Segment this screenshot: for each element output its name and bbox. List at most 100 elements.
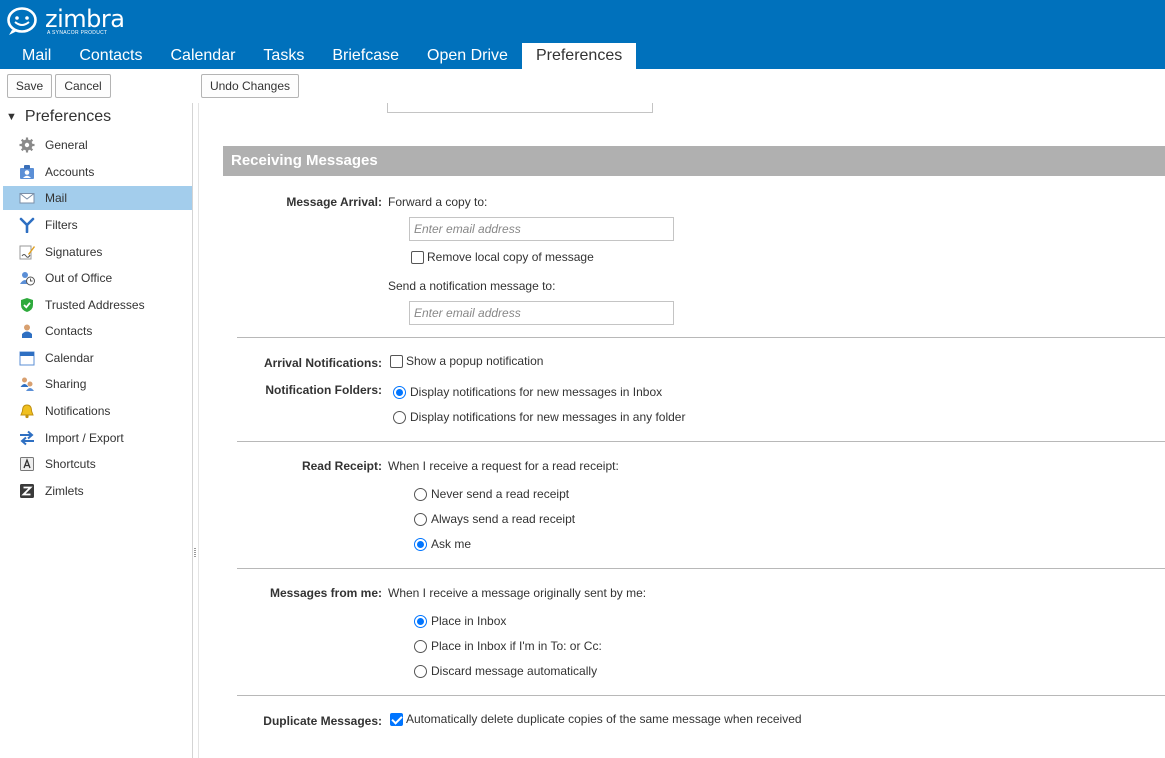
sidebar-item-zimlets[interactable]: Zimlets bbox=[3, 479, 192, 503]
auto-delete-duplicates-label: Automatically delete duplicate copies of… bbox=[406, 712, 802, 726]
checkbox-box[interactable] bbox=[411, 250, 424, 264]
radio-button[interactable] bbox=[414, 639, 427, 653]
sidebar-item-accounts[interactable]: Accounts bbox=[3, 160, 192, 184]
popup-notification-label: Show a popup notification bbox=[406, 354, 544, 368]
radio-button[interactable] bbox=[414, 664, 427, 678]
zimlets-icon bbox=[19, 483, 35, 499]
notify-any-folder-label: Display notifications for new messages i… bbox=[410, 410, 686, 424]
sidebar-item-label: Zimlets bbox=[45, 484, 84, 498]
sidebar-item-out-of-office[interactable]: Out of Office bbox=[3, 266, 192, 290]
radio-button[interactable] bbox=[414, 512, 427, 526]
cancel-button[interactable]: Cancel bbox=[55, 74, 111, 98]
messages-from-me-text: When I receive a message originally sent… bbox=[388, 586, 647, 600]
toolbar: Save Cancel Undo Changes bbox=[0, 69, 1165, 103]
ask-me-label: Ask me bbox=[431, 537, 472, 551]
forward-email-input[interactable]: Enter email address bbox=[409, 217, 674, 241]
sidebar-item-label: Filters bbox=[45, 218, 78, 232]
sidebar-item-signatures[interactable]: Signatures bbox=[3, 240, 192, 264]
notification-folders-label: Notification Folders: bbox=[265, 383, 382, 397]
sidebar-item-label: Calendar bbox=[45, 351, 94, 365]
radio-button[interactable] bbox=[414, 487, 427, 501]
preferences-tree-header[interactable]: ▼ Preferences bbox=[6, 108, 111, 126]
place-in-inbox-if-to-cc-radio[interactable]: Place in Inbox if I'm in To: or Cc: bbox=[414, 639, 602, 653]
sidebar-item-mail[interactable]: Mail bbox=[3, 186, 192, 210]
import-export-icon bbox=[19, 430, 35, 446]
sidebar-item-label: General bbox=[45, 138, 88, 152]
default-mail-search-input[interactable] bbox=[387, 103, 653, 113]
person-icon bbox=[19, 323, 35, 339]
place-in-inbox-if-to-cc-label: Place in Inbox if I'm in To: or Cc: bbox=[431, 639, 602, 653]
notification-message-text: Send a notification message to: bbox=[388, 279, 556, 293]
tab-mail[interactable]: Mail bbox=[8, 43, 65, 69]
radio-button[interactable] bbox=[393, 385, 406, 399]
discard-message-label: Discard message automatically bbox=[431, 664, 598, 678]
never-send-receipt-radio[interactable]: Never send a read receipt bbox=[414, 487, 569, 501]
tab-briefcase[interactable]: Briefcase bbox=[318, 43, 413, 69]
preferences-sidebar: ▼ Preferences General Accounts Mail Filt… bbox=[0, 103, 193, 758]
signature-icon bbox=[19, 244, 35, 260]
sidebar-item-label: Signatures bbox=[45, 245, 103, 259]
checkbox-box[interactable] bbox=[390, 354, 403, 368]
sidebar-item-filters[interactable]: Filters bbox=[3, 213, 192, 237]
sidebar-item-general[interactable]: General bbox=[3, 133, 192, 157]
sidebar-item-contacts[interactable]: Contacts bbox=[3, 319, 192, 343]
never-send-receipt-label: Never send a read receipt bbox=[431, 487, 570, 501]
bell-icon bbox=[19, 403, 35, 419]
remove-local-copy-label: Remove local copy of message bbox=[427, 250, 594, 264]
notify-any-folder-radio[interactable]: Display notifications for new messages i… bbox=[393, 410, 685, 424]
always-send-receipt-label: Always send a read receipt bbox=[431, 512, 576, 526]
remove-local-copy-checkbox[interactable]: Remove local copy of message bbox=[411, 250, 594, 264]
messages-from-me-label: Messages from me: bbox=[269, 586, 382, 600]
notify-inbox-radio[interactable]: Display notifications for new messages i… bbox=[393, 385, 662, 399]
section-divider bbox=[237, 695, 1165, 696]
message-arrival-label: Message Arrival: bbox=[286, 195, 382, 209]
tab-preferences[interactable]: Preferences bbox=[521, 43, 637, 69]
zimbra-logo[interactable]: zimbra A SYNACOR PRODUCT bbox=[6, 6, 125, 38]
popup-notification-checkbox[interactable]: Show a popup notification bbox=[390, 354, 543, 368]
radio-button[interactable] bbox=[414, 537, 427, 551]
forward-copy-text: Forward a copy to: bbox=[388, 195, 488, 209]
collapse-triangle-icon[interactable]: ▼ bbox=[6, 111, 17, 123]
duplicate-messages-label: Duplicate Messages: bbox=[263, 714, 382, 728]
tab-contacts[interactable]: Contacts bbox=[65, 43, 156, 69]
undo-changes-button[interactable]: Undo Changes bbox=[201, 74, 299, 98]
preferences-tree-title: Preferences bbox=[24, 108, 112, 125]
sidebar-item-trusted-addresses[interactable]: Trusted Addresses bbox=[3, 293, 192, 317]
sharing-icon bbox=[19, 376, 35, 392]
notification-email-input[interactable]: Enter email address bbox=[409, 301, 674, 325]
sidebar-item-notifications[interactable]: Notifications bbox=[3, 399, 192, 423]
discard-message-radio[interactable]: Discard message automatically bbox=[414, 664, 597, 678]
always-send-receipt-radio[interactable]: Always send a read receipt bbox=[414, 512, 575, 526]
sidebar-item-sharing[interactable]: Sharing bbox=[3, 372, 192, 396]
ask-me-radio[interactable]: Ask me bbox=[414, 537, 471, 551]
preferences-content[interactable]: Receiving Messages Message Arrival: Forw… bbox=[199, 103, 1165, 758]
keyboard-icon bbox=[19, 456, 35, 472]
tab-calendar[interactable]: Calendar bbox=[156, 43, 249, 69]
place-in-inbox-radio[interactable]: Place in Inbox bbox=[414, 614, 506, 628]
logo-tagline: A SYNACOR PRODUCT bbox=[47, 30, 108, 36]
sidebar-item-label: Trusted Addresses bbox=[45, 298, 145, 312]
shield-check-icon bbox=[19, 297, 35, 313]
envelope-icon bbox=[19, 190, 35, 206]
sidebar-item-label: Shortcuts bbox=[45, 457, 96, 471]
tab-open-drive[interactable]: Open Drive bbox=[413, 43, 522, 69]
app-header: zimbra A SYNACOR PRODUCT Mail Contacts C… bbox=[0, 0, 1165, 69]
sidebar-item-import-export[interactable]: Import / Export bbox=[3, 426, 192, 450]
checkbox-box[interactable] bbox=[390, 712, 403, 726]
sidebar-item-calendar[interactable]: Calendar bbox=[3, 346, 192, 370]
tab-tasks[interactable]: Tasks bbox=[249, 43, 318, 69]
section-divider bbox=[237, 337, 1165, 338]
sidebar-item-label: Sharing bbox=[45, 377, 87, 391]
auto-delete-duplicates-checkbox[interactable]: Automatically delete duplicate copies of… bbox=[390, 712, 802, 726]
sidebar-item-label: Accounts bbox=[45, 165, 95, 179]
calendar-icon bbox=[19, 350, 35, 366]
sidebar-item-label: Out of Office bbox=[45, 271, 113, 285]
section-title: Receiving Messages bbox=[223, 146, 1165, 176]
sidebar-item-label: Import / Export bbox=[45, 431, 124, 445]
radio-button[interactable] bbox=[393, 410, 406, 424]
save-button[interactable]: Save bbox=[7, 74, 52, 98]
arrival-notifications-label: Arrival Notifications: bbox=[263, 356, 382, 370]
radio-button[interactable] bbox=[414, 614, 427, 628]
sidebar-item-shortcuts[interactable]: Shortcuts bbox=[3, 452, 192, 476]
filter-icon bbox=[19, 217, 35, 233]
